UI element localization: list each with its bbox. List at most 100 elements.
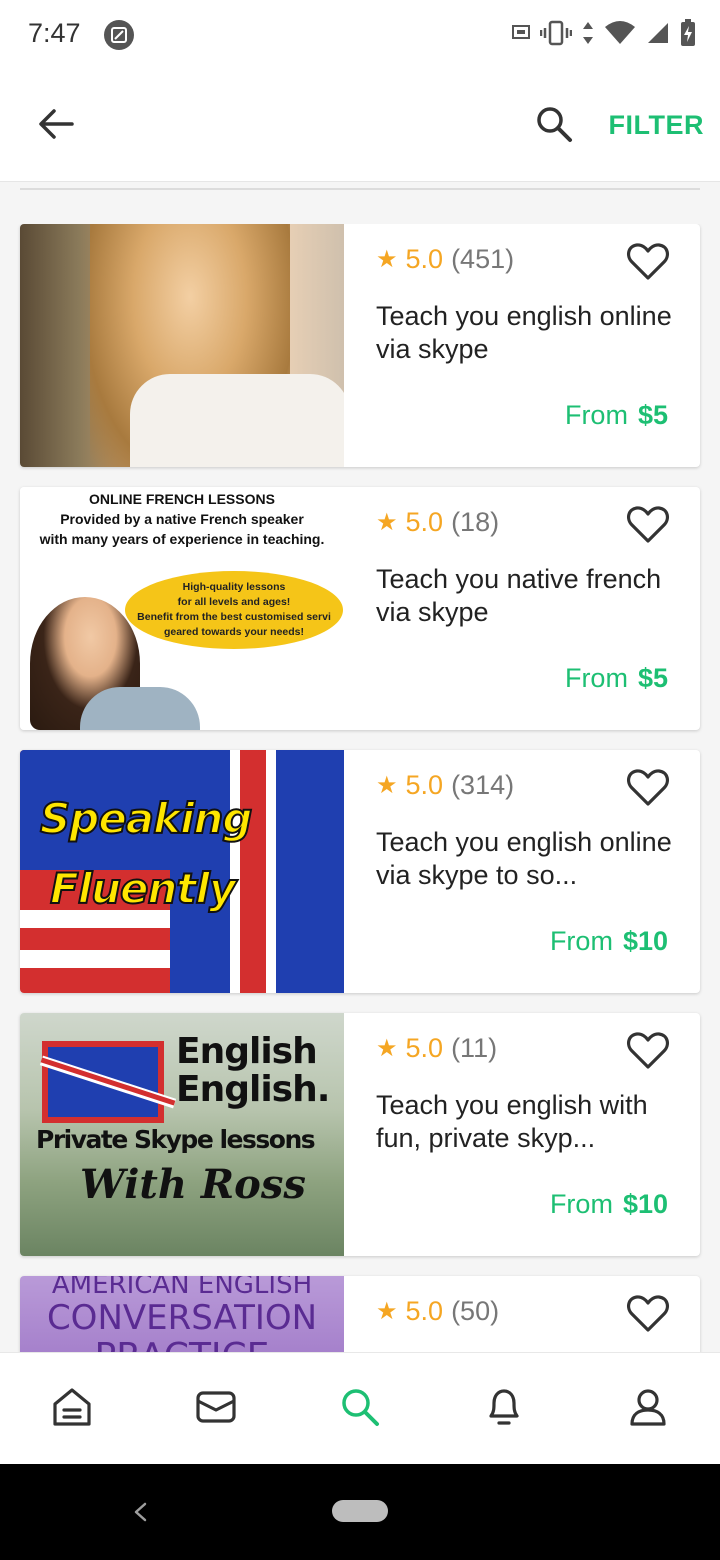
thumbnail-text: Provided by a native French speaker xyxy=(60,511,304,527)
thumbnail-photo-detail xyxy=(80,687,200,730)
gig-card[interactable]: ★ 5.0 (451) Teach you english online via… xyxy=(20,224,700,467)
gig-info: ★ 5.0 (451) Teach you english online via… xyxy=(376,224,700,467)
signal-icon xyxy=(646,21,670,50)
gig-price: From $5 xyxy=(565,663,668,694)
notifications-icon xyxy=(483,1386,525,1433)
rating-score: 5.0 xyxy=(405,244,444,274)
home-icon xyxy=(51,1386,93,1433)
data-arrows-icon xyxy=(582,20,594,51)
status-bar: 7:47 xyxy=(0,0,720,70)
cast-icon xyxy=(512,24,530,46)
gig-price: From $10 xyxy=(550,926,668,957)
thumbnail-text: Benefit from the best customised servi xyxy=(137,611,331,623)
price-amount: $5 xyxy=(637,663,668,693)
thumbnail-text-line: English xyxy=(176,1031,318,1072)
gig-card[interactable]: ONLINE FRENCH LESSONS Provided by a nati… xyxy=(20,487,700,730)
thumbnail-text: Speaking xyxy=(39,793,253,844)
thumbnail-text: ONLINE FRENCH LESSONS xyxy=(89,491,275,507)
star-icon: ★ xyxy=(376,1298,398,1325)
favorite-button[interactable] xyxy=(626,768,670,808)
favorite-button[interactable] xyxy=(626,242,670,282)
star-icon: ★ xyxy=(376,772,398,799)
star-icon: ★ xyxy=(376,246,398,273)
vibrate-icon xyxy=(539,20,573,51)
favorite-button[interactable] xyxy=(626,1294,670,1334)
rating-count: (11) xyxy=(451,1033,498,1063)
bottom-navigation xyxy=(0,1352,720,1464)
system-back-icon[interactable] xyxy=(128,1492,152,1532)
nav-search[interactable] xyxy=(336,1385,384,1433)
thumbnail-text: CONVERSATION xyxy=(46,1298,318,1338)
gig-title[interactable]: Teach you native french via skype xyxy=(376,563,676,629)
gig-thumbnail[interactable]: English English. Private Skype lessons W… xyxy=(20,1013,344,1256)
price-amount: $10 xyxy=(622,1189,668,1219)
favorite-button[interactable] xyxy=(626,505,670,545)
rating-score: 5.0 xyxy=(405,1296,444,1326)
gig-rating: ★ 5.0 (18) xyxy=(376,507,499,538)
divider xyxy=(20,188,700,190)
search-button[interactable] xyxy=(528,100,580,152)
gig-title[interactable]: Teach you english online via skype xyxy=(376,300,676,366)
status-time: 7:47 xyxy=(28,18,81,48)
gig-info: ★ 5.0 (18) Teach you native french via s… xyxy=(376,487,700,730)
thumbnail-text: with many years of experience in teachin… xyxy=(39,531,325,547)
thumbnail-text: Private Skype lessons xyxy=(36,1125,316,1154)
status-icons xyxy=(512,18,696,51)
inbox-icon xyxy=(195,1389,237,1430)
gig-title[interactable]: Teach you english with fun, private skyp… xyxy=(376,1089,676,1155)
gig-price: From $10 xyxy=(550,1189,668,1220)
thumbnail-text: English English. xyxy=(176,1031,330,1110)
rating-count: (50) xyxy=(451,1296,500,1326)
gig-thumbnail[interactable]: Speaking Fluently xyxy=(20,750,344,993)
price-prefix: From xyxy=(564,400,628,430)
nav-home[interactable] xyxy=(48,1385,96,1433)
gig-thumbnail[interactable] xyxy=(20,224,344,467)
nav-inbox[interactable] xyxy=(192,1385,240,1433)
back-button[interactable] xyxy=(30,100,82,152)
thumbnail-text: High-quality lessons xyxy=(182,581,286,593)
gig-price: From $5 xyxy=(565,400,668,431)
rating-score: 5.0 xyxy=(405,770,444,800)
gig-thumbnail[interactable]: ONLINE FRENCH LESSONS Provided by a nati… xyxy=(20,487,344,730)
thumbnail-banner: ONLINE FRENCH LESSONS Provided by a nati… xyxy=(20,487,344,549)
system-home-pill[interactable] xyxy=(332,1500,388,1522)
wifi-icon xyxy=(604,20,636,51)
profile-icon xyxy=(627,1386,669,1433)
favorite-button[interactable] xyxy=(626,1031,670,1071)
gig-rating: ★ 5.0 (451) xyxy=(376,244,514,275)
thumbnail-text-line: English. xyxy=(176,1069,330,1110)
nav-notifications[interactable] xyxy=(480,1385,528,1433)
gig-thumbnail[interactable]: AMERICAN ENGLISH CONVERSATION PRACTICE xyxy=(20,1276,344,1352)
price-amount: $5 xyxy=(637,400,668,430)
price-amount: $10 xyxy=(622,926,668,956)
system-navigation-bar xyxy=(0,1464,720,1560)
price-prefix: From xyxy=(564,663,628,693)
flag-cross xyxy=(240,750,266,993)
search-icon xyxy=(339,1386,381,1433)
gig-rating: ★ 5.0 (11) xyxy=(376,1033,497,1064)
price-prefix: From xyxy=(549,1189,613,1219)
rating-score: 5.0 xyxy=(405,507,444,537)
gig-title[interactable]: Teach you english online via skype to so… xyxy=(376,826,676,892)
gig-info: ★ 5.0 (314) Teach you english online via… xyxy=(376,750,700,993)
gig-rating: ★ 5.0 (314) xyxy=(376,770,514,801)
heart-icon xyxy=(626,243,670,286)
search-icon xyxy=(535,105,573,148)
thumbnail-text: Fluently xyxy=(49,863,237,914)
rating-count: (451) xyxy=(451,244,515,274)
filter-button[interactable]: FILTER xyxy=(609,110,704,141)
thumbnail-text: With Ross xyxy=(80,1161,306,1208)
uk-flag-graphic xyxy=(42,1041,164,1123)
nav-profile[interactable] xyxy=(624,1385,672,1433)
gig-card[interactable]: Speaking Fluently ★ 5.0 (314) Teach you … xyxy=(20,750,700,993)
rating-score: 5.0 xyxy=(405,1033,444,1063)
heart-icon xyxy=(626,769,670,812)
gig-info: ★ 5.0 (50) xyxy=(376,1276,700,1352)
heart-icon xyxy=(626,506,670,549)
app-notification-icon xyxy=(104,20,134,50)
gig-card[interactable]: English English. Private Skype lessons W… xyxy=(20,1013,700,1256)
gig-list[interactable]: ★ 5.0 (451) Teach you english online via… xyxy=(0,224,720,1352)
thumbnail-text: geared towards your needs! xyxy=(163,626,305,638)
gig-card[interactable]: AMERICAN ENGLISH CONVERSATION PRACTICE ★… xyxy=(20,1276,700,1352)
rating-count: (314) xyxy=(451,770,515,800)
